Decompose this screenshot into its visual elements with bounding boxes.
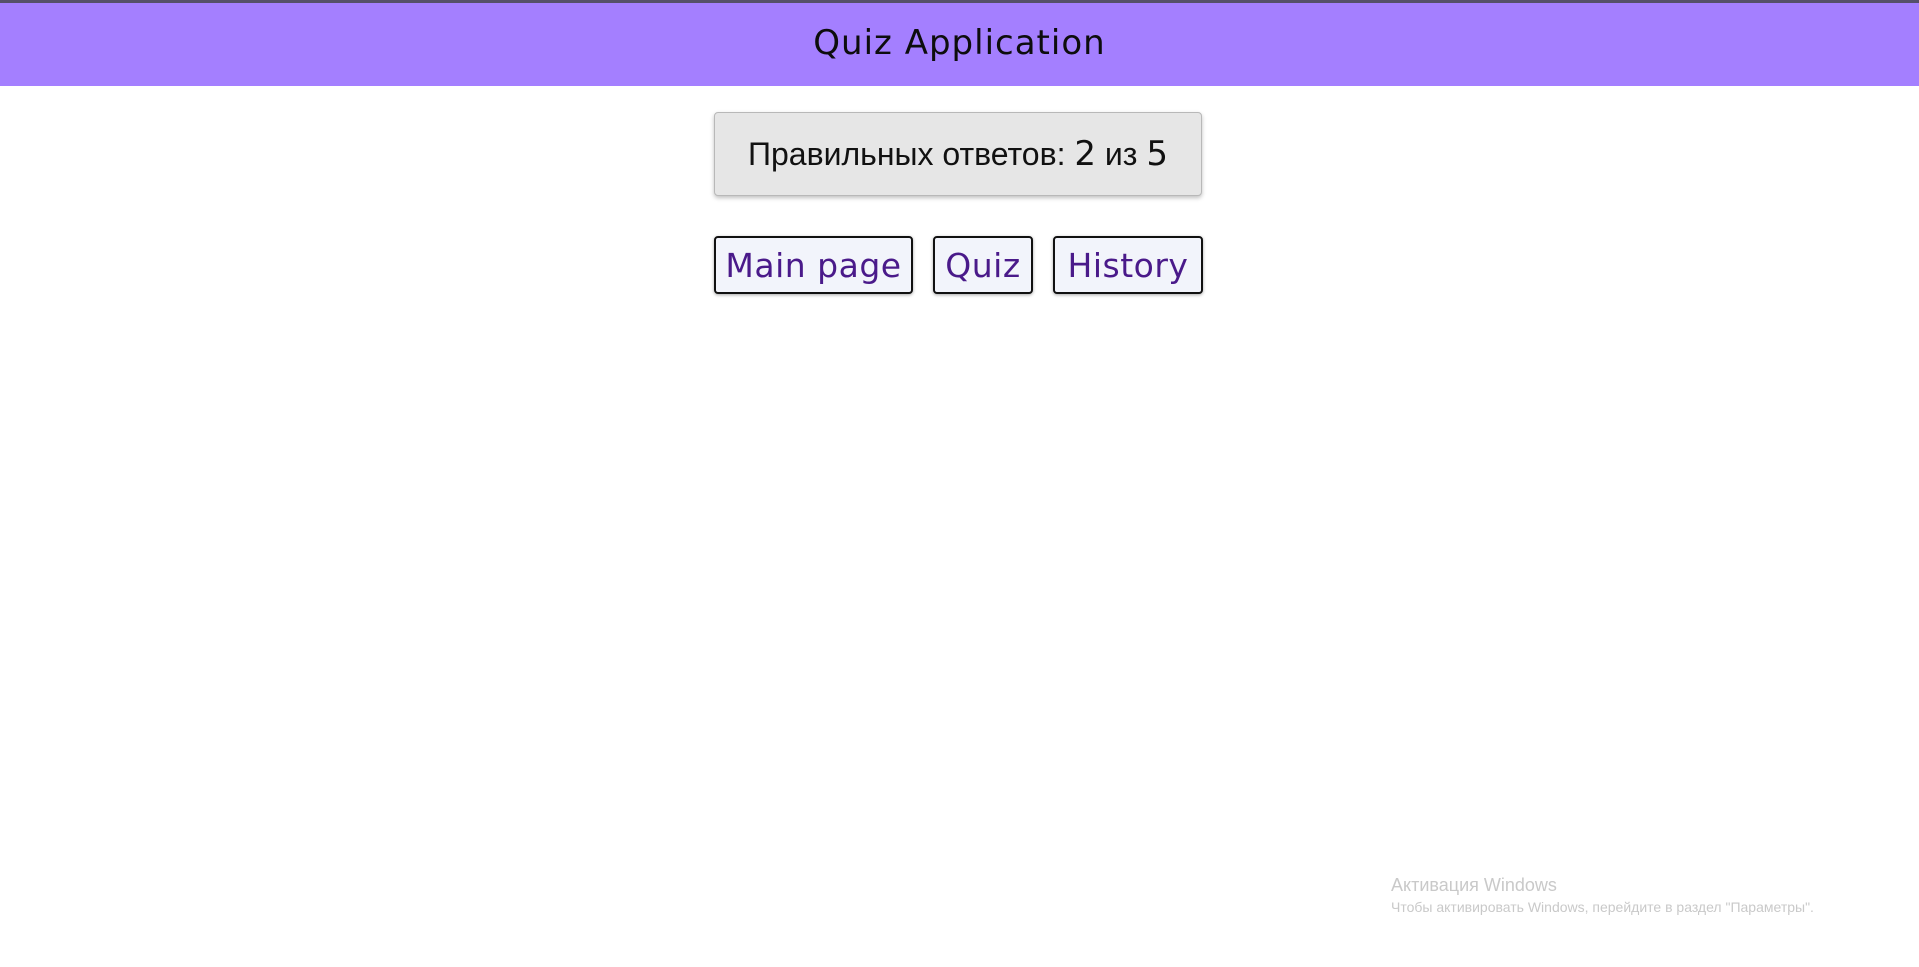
watermark-subtitle: Чтобы активировать Windows, перейдите в … [1391,899,1814,915]
quiz-button[interactable]: Quiz [933,236,1033,294]
app-title: Quiz Application [813,22,1106,63]
result-label: Правильных ответов: [748,135,1066,172]
correct-count: 2 [1074,134,1097,174]
windows-activation-watermark: Активация Windows Чтобы активировать Win… [1391,874,1814,917]
result-separator: из [1104,135,1138,172]
total-count: 5 [1146,134,1168,174]
result-summary: Правильных ответов: 2 из 5 [714,112,1202,196]
watermark-title: Активация Windows [1391,875,1557,895]
main-page-button[interactable]: Main page [714,236,913,294]
history-button[interactable]: History [1053,236,1203,294]
app-header: Quiz Application [0,3,1919,86]
